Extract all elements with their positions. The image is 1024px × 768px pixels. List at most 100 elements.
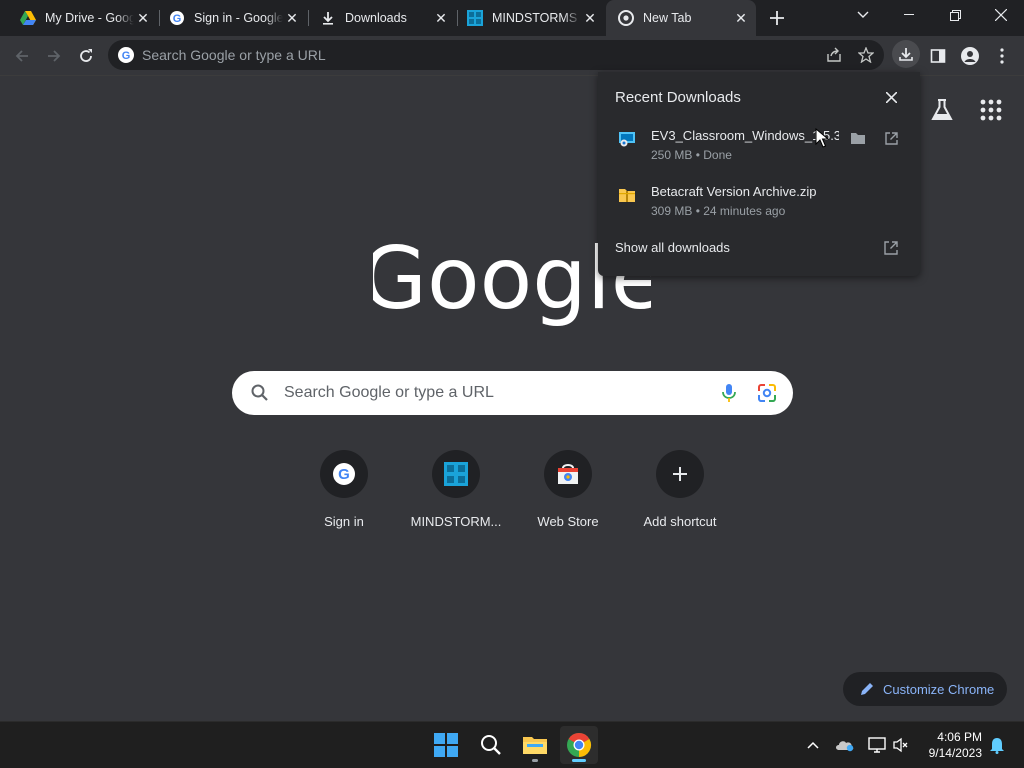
close-icon xyxy=(885,91,897,103)
tab-close-icon[interactable]: ✕ xyxy=(732,9,750,27)
shortcut-label: MINDSTORM... xyxy=(410,514,502,529)
side-panel-icon xyxy=(930,49,946,63)
restore-button[interactable] xyxy=(932,0,978,30)
download-item[interactable]: EV3_Classroom_Windows_1.5.3_G 250 MB • D… xyxy=(598,122,920,178)
ntp-search-placeholder: Search Google or type a URL xyxy=(284,384,494,401)
shortcut-tile xyxy=(544,450,592,498)
tab-title: MINDSTORMS EV3 xyxy=(492,11,581,25)
shortcut-mindstorms[interactable]: MINDSTORM... xyxy=(400,450,512,540)
bookmark-button[interactable] xyxy=(852,41,880,69)
mindstorms-icon xyxy=(467,10,483,26)
chevron-down-icon xyxy=(857,11,869,18)
omnibox[interactable]: G Search Google or type a URL xyxy=(108,40,884,70)
google-g-icon: G xyxy=(169,10,185,26)
tab-strip: My Drive - Google Drive ✕ G Sign in - Go… xyxy=(0,0,1024,36)
shortcut-tile xyxy=(656,450,704,498)
tab-title: Sign in - Google Accounts xyxy=(194,11,283,25)
svg-text:G: G xyxy=(173,13,182,25)
tab-close-icon[interactable]: ✕ xyxy=(283,9,301,27)
open-external-icon[interactable] xyxy=(882,239,900,257)
tab-new-tab[interactable]: New Tab ✕ xyxy=(606,0,756,36)
tab-mindstorms[interactable]: MINDSTORMS EV3 ✕ xyxy=(459,0,605,36)
shortcut-sign-in[interactable]: G Sign in xyxy=(288,450,400,540)
download-filename: EV3_Classroom_Windows_1.5.3_G xyxy=(651,128,839,143)
forward-button[interactable] xyxy=(40,42,68,70)
toolbar: G Search Google or type a URL xyxy=(0,36,1024,76)
downloads-button[interactable] xyxy=(892,40,920,68)
download-filename: Betacraft Version Archive.zip xyxy=(651,184,817,199)
ntp-search-box[interactable]: Search Google or type a URL xyxy=(232,371,793,415)
tab-close-icon[interactable]: ✕ xyxy=(432,9,450,27)
download-icon xyxy=(899,48,913,61)
windows-taskbar: 4:06 PM 9/14/2023 xyxy=(0,721,1024,768)
chevron-up-icon xyxy=(807,741,819,749)
chrome-icon xyxy=(567,732,592,757)
chrome-icon xyxy=(618,10,634,26)
google-apps-icon[interactable] xyxy=(978,97,1004,123)
tab-my-drive[interactable]: My Drive - Google Drive ✕ xyxy=(12,0,158,36)
show-hidden-icons-button[interactable] xyxy=(802,734,824,756)
taskbar-search-button[interactable] xyxy=(472,726,510,764)
tab-close-icon[interactable]: ✕ xyxy=(134,9,152,27)
downloads-bubble-close-button[interactable] xyxy=(882,88,900,106)
installer-icon xyxy=(619,132,635,147)
search-icon xyxy=(481,735,501,755)
taskbar-clock[interactable]: 4:06 PM 9/14/2023 xyxy=(920,729,982,761)
network-tray[interactable] xyxy=(866,734,888,756)
show-in-folder-button[interactable] xyxy=(847,127,869,149)
volume-tray[interactable] xyxy=(890,734,912,756)
tab-separator xyxy=(159,10,160,26)
customize-chrome-label: Customize Chrome xyxy=(883,681,995,697)
shortcut-add[interactable]: Add shortcut xyxy=(624,450,736,540)
tab-separator xyxy=(457,10,458,26)
file-explorer-button[interactable] xyxy=(516,726,554,764)
shortcut-label: Add shortcut xyxy=(643,514,717,529)
new-tab-button[interactable] xyxy=(765,6,789,30)
open-external-icon xyxy=(884,131,898,145)
notifications-button[interactable] xyxy=(986,734,1008,756)
network-icon xyxy=(868,737,886,753)
start-button[interactable] xyxy=(427,726,465,764)
download-status: 250 MB • Done xyxy=(651,148,732,162)
arrow-right-icon xyxy=(48,50,61,62)
tab-downloads[interactable]: Downloads ✕ xyxy=(310,0,456,36)
customize-chrome-button[interactable]: Customize Chrome xyxy=(843,672,1007,706)
windows-logo-icon xyxy=(434,733,458,757)
close-window-button[interactable] xyxy=(978,0,1024,30)
speaker-muted-icon xyxy=(893,737,908,753)
shortcut-label: Web Store xyxy=(537,514,599,529)
shortcuts-grid: G Sign in MINDSTORM... Web Store Add sho… xyxy=(288,450,736,540)
tab-close-icon[interactable]: ✕ xyxy=(581,9,599,27)
mindstorms-icon xyxy=(444,462,468,486)
shortcut-web-store[interactable]: Web Store xyxy=(512,450,624,540)
omnibox-placeholder: Search Google or type a URL xyxy=(142,47,326,63)
show-all-downloads-link[interactable]: Show all downloads xyxy=(615,240,730,255)
reload-button[interactable] xyxy=(72,42,100,70)
folder-icon xyxy=(523,737,547,754)
back-button[interactable] xyxy=(8,42,36,70)
minimize-button[interactable] xyxy=(886,0,932,30)
tab-title: Downloads xyxy=(345,11,407,25)
tab-sign-in[interactable]: G Sign in - Google Accounts ✕ xyxy=(161,0,307,36)
download-item[interactable]: Betacraft Version Archive.zip 309 MB • 2… xyxy=(598,178,920,234)
search-icon xyxy=(251,384,268,401)
open-download-button[interactable] xyxy=(880,127,902,149)
chrome-taskbar-button[interactable] xyxy=(560,726,598,764)
shortcut-tile: G xyxy=(320,450,368,498)
onedrive-tray[interactable] xyxy=(834,734,856,756)
labs-flask-icon[interactable] xyxy=(929,97,955,123)
share-button[interactable] xyxy=(820,41,848,69)
profile-button[interactable] xyxy=(956,42,984,70)
tab-search-button[interactable] xyxy=(840,0,886,30)
downloads-bubble-title: Recent Downloads xyxy=(615,89,741,106)
downloads-bubble: Recent Downloads EV3_Classroom_Windows_1… xyxy=(598,72,920,276)
running-indicator xyxy=(532,759,538,762)
pencil-icon xyxy=(861,683,873,695)
voice-search-icon[interactable] xyxy=(717,381,741,405)
shortcut-tile xyxy=(432,450,480,498)
menu-button[interactable] xyxy=(988,42,1016,70)
profile-icon xyxy=(961,47,979,65)
side-panel-button[interactable] xyxy=(924,42,952,70)
share-icon xyxy=(827,47,841,62)
google-lens-icon[interactable] xyxy=(755,381,779,405)
